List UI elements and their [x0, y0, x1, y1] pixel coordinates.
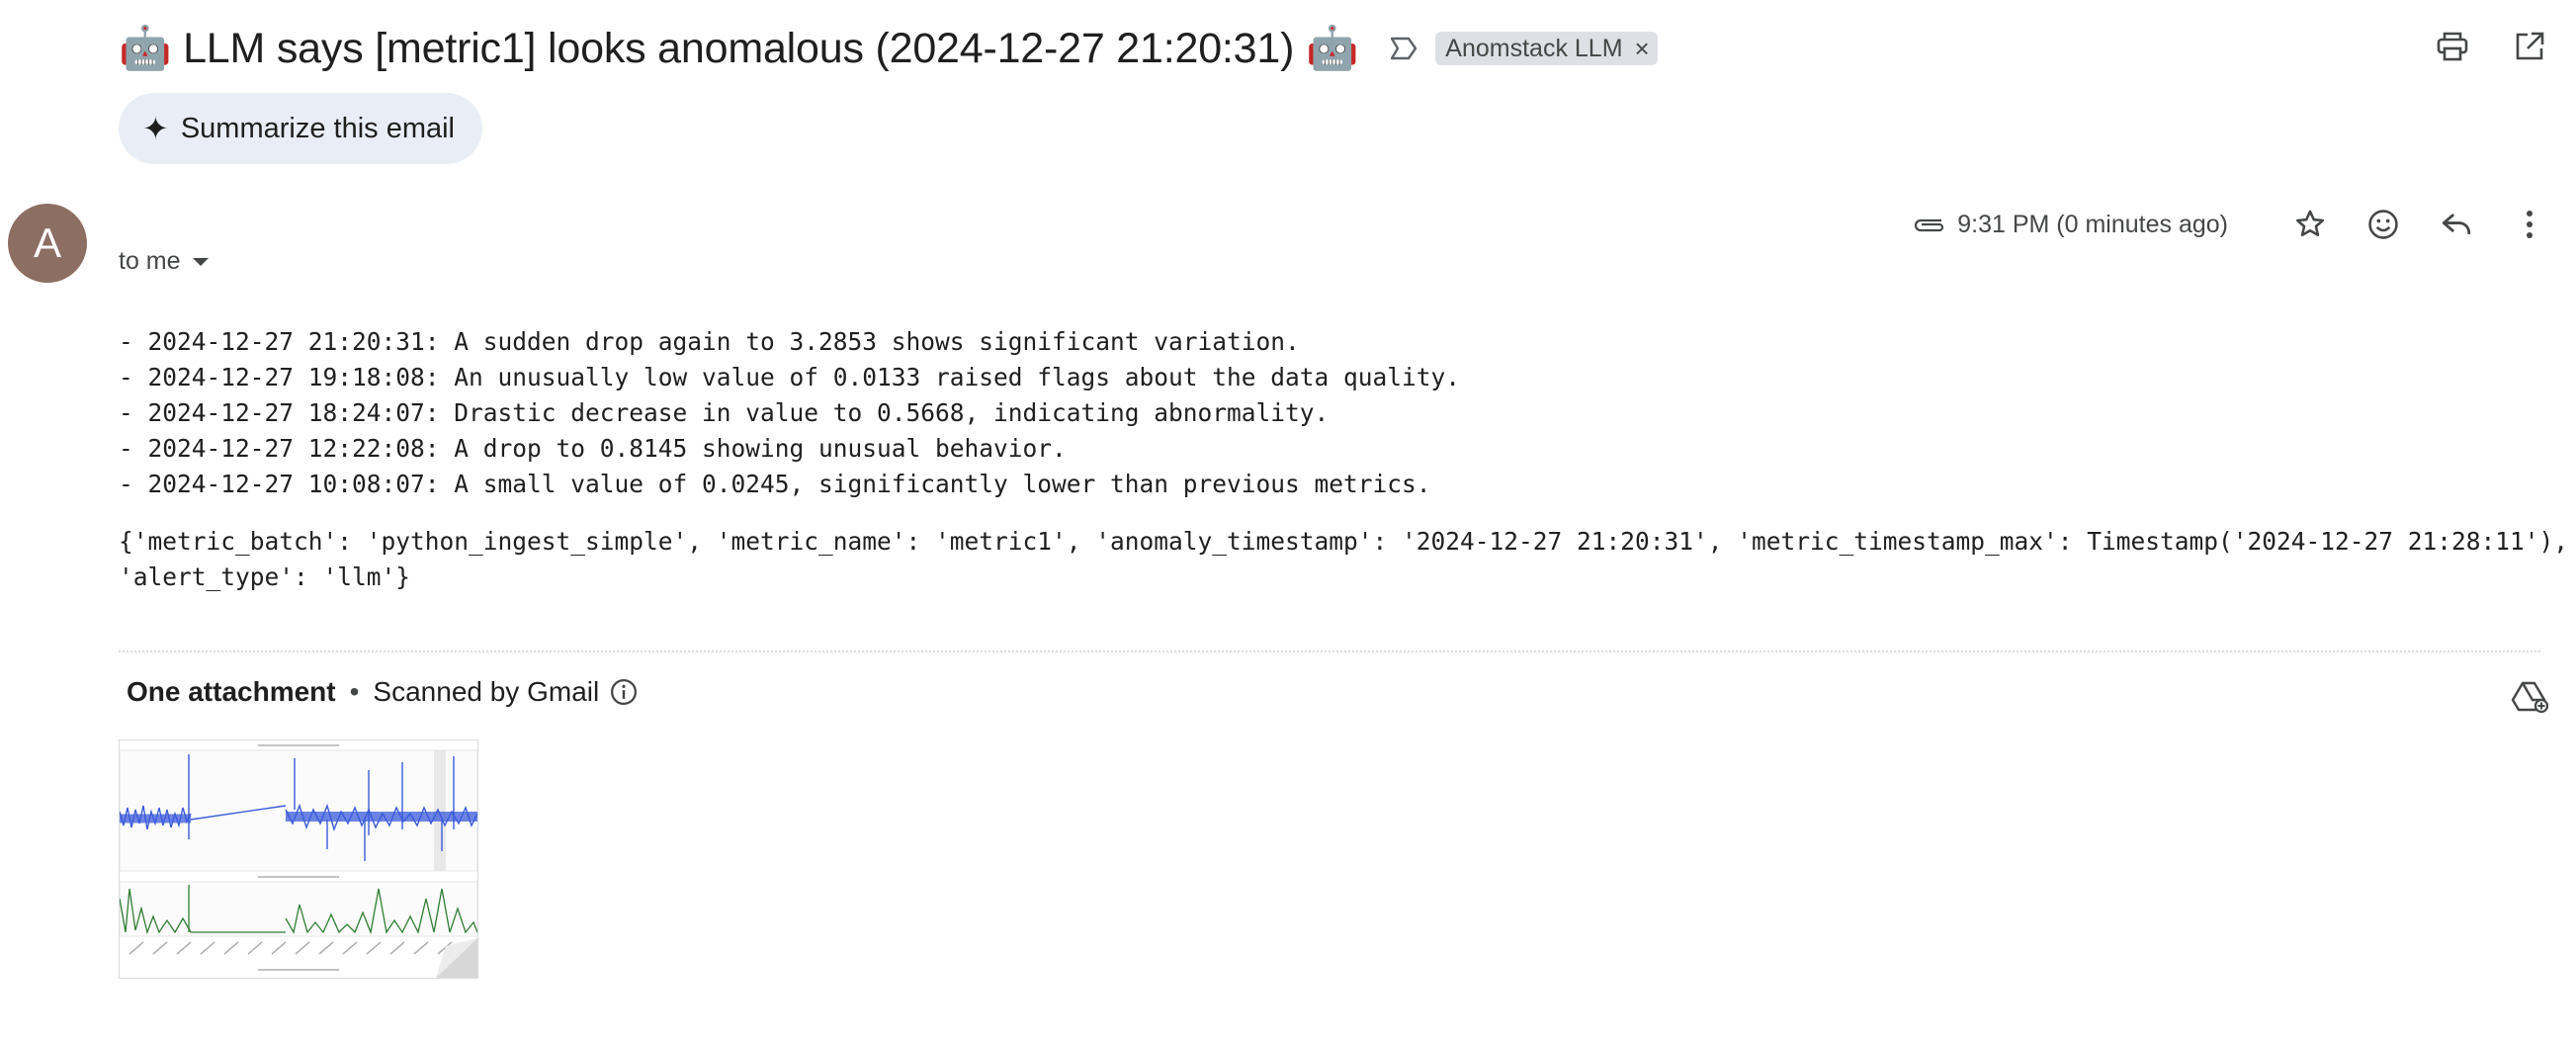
body-line: - 2024-12-27 21:20:31: A sudden drop aga… — [119, 327, 1300, 356]
message-meta: 9:31 PM (0 minutes ago) — [1910, 200, 2554, 249]
label-chip[interactable]: Anomstack LLM × — [1435, 32, 1658, 65]
label-chip-close-icon[interactable]: × — [1635, 36, 1650, 61]
attachments-divider — [119, 650, 2540, 652]
avatar[interactable]: A — [8, 204, 87, 283]
info-icon[interactable] — [609, 677, 639, 707]
recipient-label: to me — [119, 247, 181, 275]
body-line: - 2024-12-27 10:08:07: A small value of … — [119, 470, 1431, 498]
top-actions — [2428, 22, 2554, 71]
paperclip-icon — [1910, 205, 1949, 244]
summarize-label: Summarize this email — [180, 112, 455, 144]
open-in-new-icon[interactable] — [2505, 22, 2554, 71]
timestamp: 9:31 PM (0 minutes ago) — [1957, 210, 2228, 238]
body-line: - 2024-12-27 12:22:08: A drop to 0.8145 … — [119, 434, 1067, 463]
print-icon[interactable] — [2428, 22, 2477, 71]
label-outline-icon[interactable] — [1384, 29, 1423, 68]
attachments-count: One attachment — [127, 676, 336, 707]
chevron-down-icon — [192, 257, 209, 266]
separator-dot: • — [349, 676, 360, 707]
label-chip-text: Anomstack LLM — [1445, 34, 1623, 62]
reply-icon[interactable] — [2432, 200, 2481, 249]
subject-row: 🤖 LLM says [metric1] looks anomalous (20… — [119, 18, 1658, 79]
attachment-thumbnail[interactable] — [119, 739, 478, 979]
body-line: - 2024-12-27 18:24:07: Drastic decrease … — [119, 398, 1330, 427]
add-to-drive-icon[interactable] — [2505, 672, 2554, 722]
attachments-header: One attachment • Scanned by Gmail — [127, 676, 639, 708]
emoji-icon[interactable] — [2359, 200, 2408, 249]
sparkle-icon: ✦ — [142, 111, 169, 146]
summarize-email-button[interactable]: ✦ Summarize this email — [119, 93, 482, 164]
star-outline-icon[interactable] — [2285, 200, 2335, 249]
body-line: - 2024-12-27 19:18:08: An unusually low … — [119, 363, 1461, 391]
scanned-by-gmail: Scanned by Gmail — [373, 676, 600, 707]
attachment-chart-preview — [120, 740, 477, 978]
metadata-line: 'alert_type': 'llm'} — [119, 563, 411, 591]
recipient-dropdown[interactable]: to me — [119, 247, 209, 276]
metadata-line: {'metric_batch': 'python_ingest_simple',… — [119, 527, 2569, 556]
more-vert-icon[interactable] — [2505, 200, 2554, 249]
email-body-metadata: {'metric_batch': 'python_ingest_simple',… — [119, 524, 2568, 595]
email-body-list: - 2024-12-27 21:20:31: A sudden drop aga… — [119, 324, 1460, 502]
email-subject: 🤖 LLM says [metric1] looks anomalous (20… — [119, 25, 1359, 72]
